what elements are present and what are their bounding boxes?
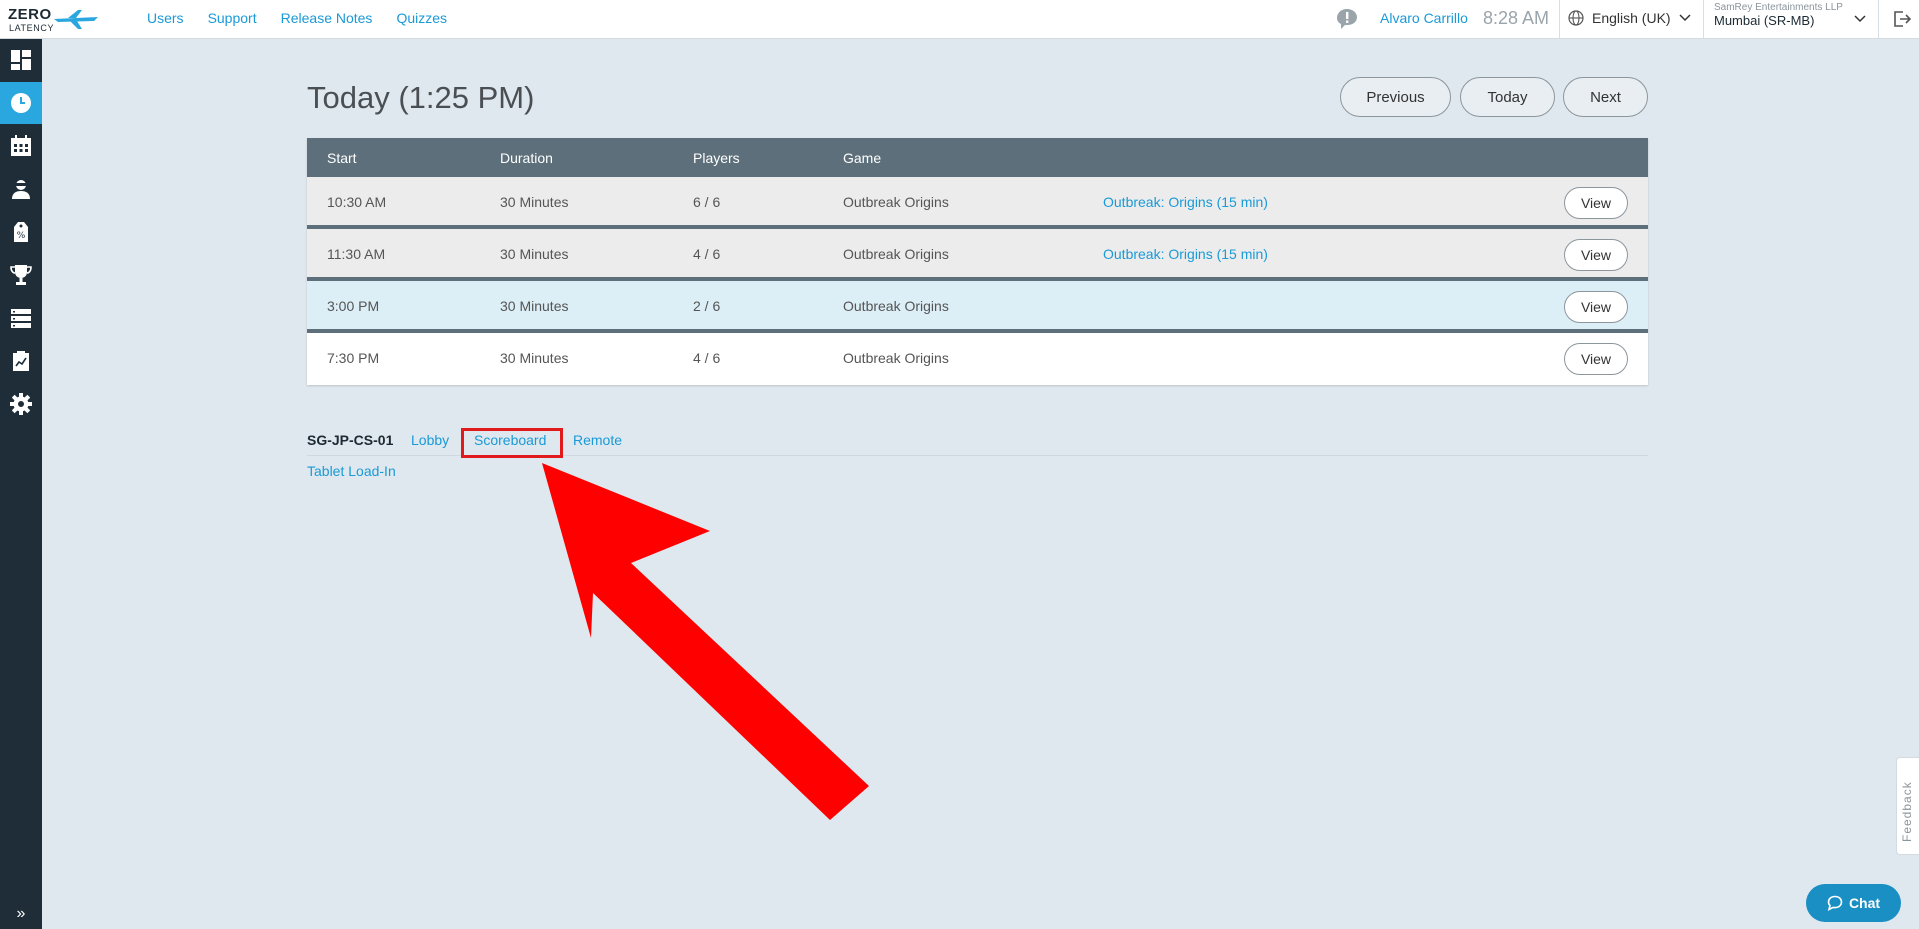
chat-bubble-icon — [1827, 895, 1843, 911]
next-button[interactable]: Next — [1563, 77, 1648, 117]
table-row[interactable]: 7:30 PM 30 Minutes 4 / 6 Outbreak Origin… — [307, 333, 1648, 385]
cell-game: Outbreak Origins — [843, 298, 949, 314]
plane-icon — [54, 10, 98, 29]
session-game-link[interactable]: Outbreak: Origins (15 min) — [1103, 246, 1268, 262]
logo-text-latency: LATENCY — [9, 23, 55, 33]
remote-link[interactable]: Remote — [573, 432, 622, 448]
table-header: Start Duration Players Game — [307, 138, 1648, 177]
globe-icon — [1568, 10, 1584, 26]
table-row[interactable]: 11:30 AM 30 Minutes 4 / 6 Outbreak Origi… — [307, 229, 1648, 281]
chevron-down-icon[interactable] — [1854, 15, 1866, 23]
sidebar-item-dashboard[interactable] — [0, 39, 42, 81]
current-time: 8:28 AM — [1483, 8, 1550, 28]
org-location: Mumbai (SR-MB) — [1714, 13, 1815, 28]
logout-icon[interactable] — [1893, 10, 1911, 28]
header-players: Players — [693, 150, 740, 166]
lobby-link[interactable]: Lobby — [411, 432, 449, 448]
header-start: Start — [327, 150, 357, 166]
language-selector[interactable]: English (UK) — [1568, 10, 1691, 26]
device-name: SG-JP-CS-01 — [307, 432, 394, 448]
chat-button[interactable]: Chat — [1806, 884, 1901, 922]
nav-users-link[interactable]: Users — [147, 10, 184, 26]
view-button[interactable]: View — [1564, 187, 1628, 219]
sidebar-item-servers[interactable] — [0, 297, 42, 339]
divider — [1703, 0, 1704, 39]
nav-release-notes-link[interactable]: Release Notes — [281, 10, 373, 26]
feedback-label: Feedback — [1900, 781, 1914, 842]
divider — [1559, 0, 1560, 39]
sidebar-expand-button[interactable]: » — [0, 899, 42, 929]
sidebar-item-discounts[interactable]: % — [0, 211, 42, 253]
cell-duration: 30 Minutes — [500, 350, 569, 366]
sidebar-item-settings[interactable] — [0, 383, 42, 425]
cell-game: Outbreak Origins — [843, 246, 949, 262]
discount-icon: % — [14, 222, 28, 242]
trophy-icon — [10, 265, 32, 285]
sidebar: % » — [0, 39, 42, 929]
dashboard-icon — [11, 50, 31, 70]
view-button[interactable]: View — [1564, 343, 1628, 375]
sidebar-item-sessions[interactable] — [0, 82, 42, 124]
top-bar: ZERO LATENCY Users Support Release Notes… — [0, 0, 1919, 39]
view-button[interactable]: View — [1564, 291, 1628, 323]
cell-players: 4 / 6 — [693, 246, 721, 262]
cell-duration: 30 Minutes — [500, 246, 569, 262]
chat-label: Chat — [1848, 895, 1881, 911]
chevron-down-icon — [1679, 14, 1691, 22]
org-name: SamRey Entertainments LLP — [1714, 2, 1843, 13]
cell-start: 3:00 PM — [327, 298, 380, 314]
annotation-highlight-box — [461, 428, 563, 458]
cell-start: 11:30 AM — [327, 246, 386, 262]
sessions-table: Start Duration Players Game 10:30 AM 30 … — [307, 138, 1648, 385]
header-duration: Duration — [500, 150, 553, 166]
cell-start: 7:30 PM — [327, 350, 380, 366]
clock-icon — [11, 93, 31, 113]
server-icon — [11, 309, 31, 328]
zero-latency-logo[interactable]: ZERO LATENCY — [8, 6, 98, 34]
cell-duration: 30 Minutes — [500, 298, 569, 314]
sidebar-item-leaderboard[interactable] — [0, 254, 42, 296]
logo-text-zero: ZERO — [8, 6, 52, 23]
table-row[interactable]: 3:00 PM 30 Minutes 2 / 6 Outbreak Origin… — [307, 281, 1648, 333]
divider — [1878, 0, 1879, 39]
user-name-link[interactable]: Alvaro Carrillo — [1380, 10, 1468, 26]
view-button[interactable]: View — [1564, 239, 1628, 271]
tablet-load-in-link[interactable]: Tablet Load-In — [307, 463, 396, 479]
sidebar-item-calendar[interactable] — [0, 125, 42, 167]
cell-game: Outbreak Origins — [843, 194, 949, 210]
cell-players: 4 / 6 — [693, 350, 721, 366]
session-game-link[interactable]: Outbreak: Origins (15 min) — [1103, 194, 1268, 210]
language-label: English (UK) — [1592, 10, 1671, 26]
player-icon — [12, 180, 30, 199]
settings-icon — [10, 393, 32, 415]
top-nav: Users Support Release Notes Quizzes — [147, 10, 447, 26]
table-row[interactable]: 10:30 AM 30 Minutes 6 / 6 Outbreak Origi… — [307, 177, 1648, 229]
sidebar-item-players[interactable] — [0, 168, 42, 210]
report-icon — [13, 351, 29, 371]
page-title: Today (1:25 PM) — [307, 80, 535, 115]
sidebar-item-reports[interactable] — [0, 340, 42, 382]
location-selector[interactable]: SamRey Entertainments LLP Mumbai (SR-MB) — [1714, 2, 1864, 28]
cell-game: Outbreak Origins — [843, 350, 949, 366]
nav-support-link[interactable]: Support — [208, 10, 257, 26]
today-button[interactable]: Today — [1460, 77, 1555, 117]
feedback-tab[interactable]: Feedback — [1896, 757, 1919, 855]
cell-players: 2 / 6 — [693, 298, 721, 314]
cell-players: 6 / 6 — [693, 194, 721, 210]
nav-quizzes-link[interactable]: Quizzes — [396, 10, 447, 26]
notification-icon[interactable] — [1335, 7, 1359, 31]
cell-duration: 30 Minutes — [500, 194, 569, 210]
previous-button[interactable]: Previous — [1340, 77, 1451, 117]
header-game: Game — [843, 150, 882, 166]
calendar-icon — [11, 135, 31, 156]
cell-start: 10:30 AM — [327, 194, 387, 210]
svg-text:%: % — [17, 231, 26, 241]
